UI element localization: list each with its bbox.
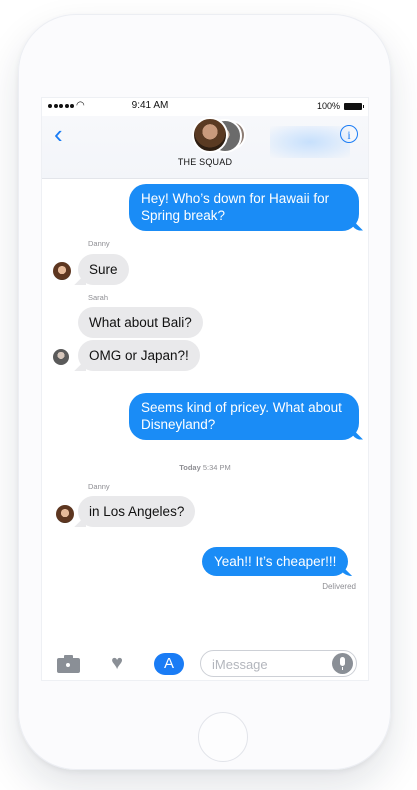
camera-icon[interactable] [56,652,82,674]
sent-message[interactable]: Yeah!! It’s cheaper!!! [202,547,349,577]
sent-message[interactable]: Seems kind of pricey. What about Disneyl… [129,393,359,440]
avatar [192,117,228,153]
microphone-icon[interactable] [332,653,353,674]
group-name[interactable]: THE SQUAD [42,157,368,167]
received-message[interactable]: in Los Angeles? [78,496,196,528]
sender-name: Sarah [88,293,109,302]
received-message[interactable]: OMG or Japan?! [78,340,200,372]
battery-icon [344,103,364,110]
timestamp-day: Today [179,463,201,472]
imessage-input[interactable] [200,650,357,677]
battery-percentage: 100% [316,101,340,111]
sent-message[interactable]: Hey! Who’s down for Hawaii for Spring br… [129,184,359,231]
status-bar: ◠ 9:41 AM 100% [42,98,368,116]
sender-name: Danny [88,239,110,248]
app-store-icon[interactable]: A [154,653,184,675]
message-input-bar: ♥ A [42,646,368,680]
timestamp-time: 5:34 PM [202,463,231,472]
conversation-header: ‹ THE SQUAD i [42,116,368,179]
group-avatars[interactable] [192,117,246,153]
timestamp: Today 5:34 PM [42,463,368,472]
home-button[interactable] [198,712,248,762]
avatar [53,349,69,365]
message-text-field[interactable] [212,655,322,673]
chevron-left-icon[interactable]: ‹ [54,121,63,147]
received-message[interactable]: Sure [78,254,129,286]
sender-name: Danny [88,482,110,491]
received-message[interactable]: What about Bali? [78,307,203,339]
avatar [53,262,71,280]
info-icon[interactable]: i [340,125,358,143]
delivered-status: Delivered [322,582,356,591]
messages-screen: ◠ 9:41 AM 100% ‹ THE SQUAD i Hey! Who’s … [41,97,369,681]
heart-hand-icon[interactable]: ♥ [104,652,130,674]
avatar [56,505,74,523]
